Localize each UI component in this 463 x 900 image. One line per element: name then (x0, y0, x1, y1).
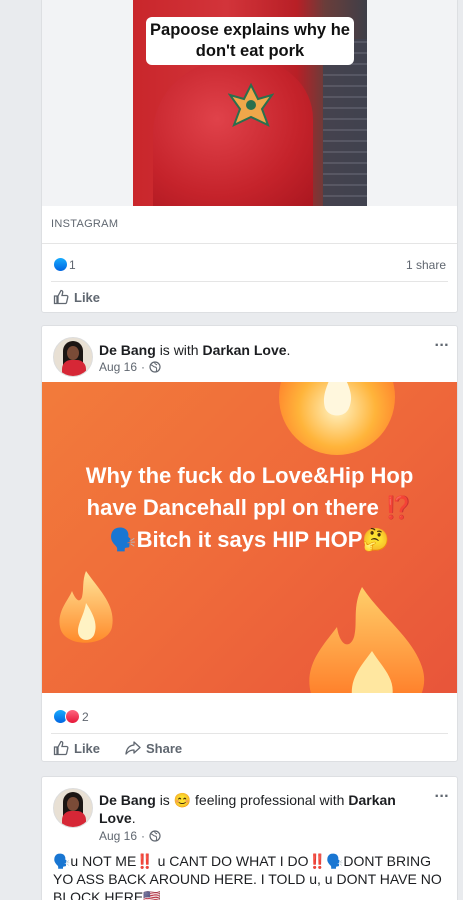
share-count[interactable]: 1 share (406, 258, 446, 272)
reactions-bar: 1 1 share (53, 255, 446, 275)
reaction-count[interactable]: 2 (82, 710, 89, 724)
post-date[interactable]: Aug 16 (99, 360, 137, 374)
more-options-icon[interactable]: ··· (435, 789, 450, 805)
post-meta: Aug 16 · (99, 829, 161, 843)
post-headline: De Bang is with Darkan Love. (99, 342, 291, 358)
author-name[interactable]: De Bang (99, 792, 156, 808)
shared-video-post: Papoose explains why he don't eat pork I… (41, 0, 458, 313)
feeling-text: feeling professional with (195, 792, 345, 808)
divider (51, 733, 448, 734)
background-post: Why the fuck do Love&Hip Hop have Danceh… (42, 382, 457, 693)
like-button[interactable]: Like (53, 286, 100, 308)
flame-icon (309, 587, 425, 693)
like-button[interactable]: Like (53, 737, 100, 759)
more-options-icon[interactable]: ··· (435, 338, 450, 354)
post-headline: De Bang is 😊 feeling professional with D… (99, 792, 396, 826)
globe-icon (149, 361, 161, 373)
post-meta: Aug 16 · (99, 360, 161, 374)
divider (51, 281, 448, 282)
author-name[interactable]: De Bang (99, 342, 156, 358)
meta-separator: · (141, 829, 146, 843)
avatar[interactable] (53, 337, 93, 377)
post-body-text: Why the fuck do Love&Hip Hop have Danceh… (85, 463, 414, 552)
is-text: is (159, 792, 170, 808)
link-source-label[interactable]: INSTAGRAM (51, 218, 118, 230)
like-label: Like (74, 740, 101, 756)
avatar[interactable] (53, 788, 93, 828)
reaction-count[interactable]: 1 (69, 258, 76, 272)
divider (42, 243, 457, 244)
eagle-emblem-icon (228, 82, 274, 127)
love-reaction-icon[interactable] (65, 709, 80, 724)
share-arrow-icon (125, 741, 141, 755)
flame-icon (59, 571, 113, 643)
like-reaction-icon[interactable] (53, 257, 68, 272)
thumbs-up-icon (53, 289, 69, 305)
globe-icon (149, 830, 161, 842)
feeling-emoji: 😊 (173, 792, 192, 808)
flame-icon (279, 382, 395, 455)
with-text: is with (159, 342, 199, 358)
reactions-bar: 2 (53, 707, 446, 727)
like-label: Like (74, 289, 101, 305)
share-label: Share (146, 740, 183, 756)
meta-separator: · (141, 360, 146, 374)
status-text: 🗣️u NOT ME‼️ u CANT DO WHAT I DO‼️🗣️DONT… (53, 853, 442, 900)
tagged-name[interactable]: Darkan Love (202, 342, 286, 358)
thumbs-up-icon (53, 740, 69, 756)
feed-post: De Bang is with Darkan Love. Aug 16 · ··… (41, 325, 458, 762)
video-caption: Papoose explains why he don't eat pork (146, 17, 354, 65)
feed-post: De Bang is 😊 feeling professional with D… (41, 776, 458, 900)
share-button[interactable]: Share (125, 737, 182, 759)
post-date[interactable]: Aug 16 (99, 829, 137, 843)
video-thumbnail[interactable]: Papoose explains why he don't eat pork (133, 0, 367, 206)
video-preview[interactable]: Papoose explains why he don't eat pork (42, 0, 457, 206)
